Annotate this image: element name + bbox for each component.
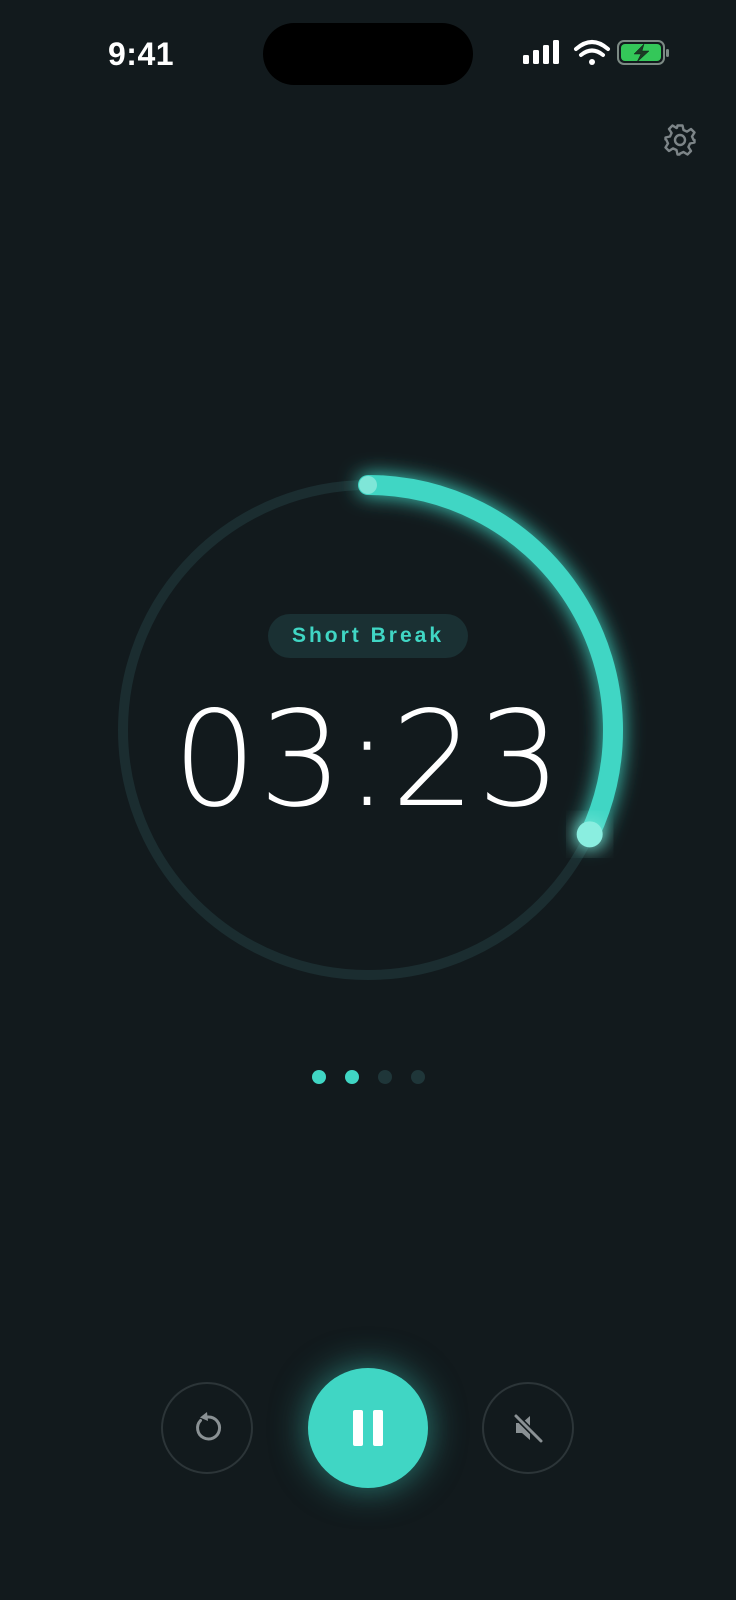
pause-button[interactable]	[308, 1368, 428, 1488]
status-icons	[523, 40, 669, 65]
session-dot-1	[311, 1070, 326, 1084]
dynamic-island	[263, 23, 473, 85]
gear-icon	[664, 124, 696, 156]
signal-icon	[523, 40, 559, 64]
reset-button[interactable]	[161, 1382, 253, 1474]
mute-button[interactable]	[482, 1382, 574, 1474]
speaker-muted-icon	[513, 1413, 544, 1444]
status-bar: 9:41	[0, 0, 736, 110]
settings-button[interactable]	[660, 120, 700, 160]
battery-charging-icon	[617, 40, 669, 65]
session-dot-4	[410, 1070, 425, 1084]
wifi-icon	[574, 40, 610, 65]
session-progress-dots	[0, 1070, 736, 1086]
session-dot-2	[344, 1070, 359, 1084]
pause-icon	[353, 1410, 383, 1446]
controls-bar	[0, 1368, 736, 1492]
reset-icon	[196, 1412, 221, 1441]
status-time: 9:41	[108, 36, 175, 72]
time-remaining: 03:23	[172, 683, 564, 837]
mode-label-pill: Short Break	[268, 614, 468, 658]
session-dot-3	[377, 1070, 392, 1084]
ring-start-cap	[359, 476, 377, 494]
